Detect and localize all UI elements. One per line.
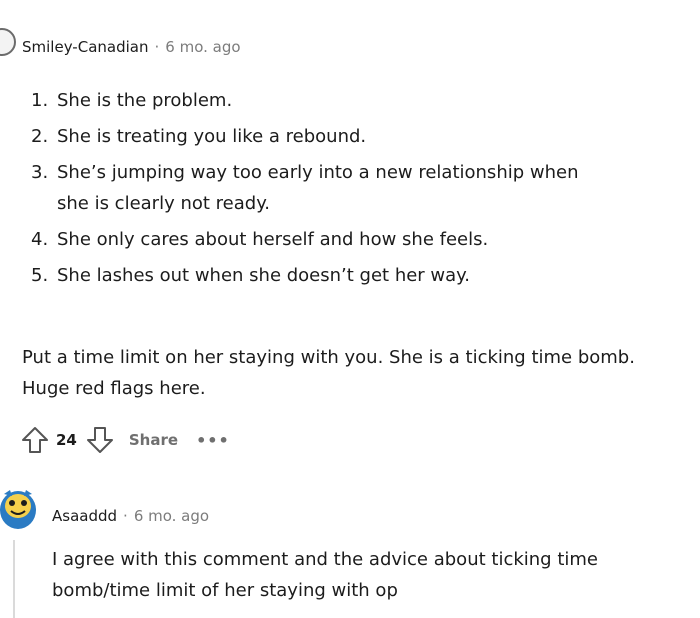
thread-line[interactable] [13,540,15,618]
list-text: She’s jumping way too early into a new r… [57,162,579,214]
list-text: She only cares about herself and how she… [57,229,489,250]
list-number: 1. [31,90,49,111]
list-text: She is treating you like a rebound. [57,126,367,147]
more-options-button[interactable]: ••• [196,431,230,450]
list-item: 4. She only cares about herself and how … [31,224,587,255]
comment-paragraph: Put a time limit on her staying with you… [22,347,635,399]
timestamp[interactable]: 6 mo. ago [134,507,209,525]
timestamp[interactable]: 6 mo. ago [165,38,240,56]
list-number: 5. [31,265,49,286]
list-number: 2. [31,126,49,147]
username[interactable]: Smiley-Canadian [22,38,148,56]
comment-meta: Smiley-Canadian · 6 mo. ago [22,38,241,56]
numbered-list: 1. She is the problem. 2. She is treatin… [31,85,587,296]
list-item: 2. She is treating you like a rebound. [31,121,587,152]
comment-meta: Asaaddd · 6 mo. ago [52,507,209,525]
list-item: 3. She’s jumping way too early into a ne… [31,157,587,219]
share-button[interactable]: Share [129,431,178,449]
comment-text: I agree with this comment and the advice… [52,549,598,601]
meta-separator: · [123,507,128,525]
comment-actions: 24 Share ••• [20,425,230,455]
downvote-arrow-icon[interactable] [85,425,115,455]
meta-separator: · [154,38,160,56]
upvote-arrow-icon[interactable] [20,425,50,455]
list-text: She is the problem. [57,90,233,111]
username[interactable]: Asaaddd [52,507,117,525]
list-number: 3. [31,162,49,183]
list-text: She lashes out when she doesn’t get her … [57,265,470,286]
avatar[interactable] [0,486,38,532]
vote-count: 24 [56,431,77,449]
avatar[interactable] [0,28,16,56]
list-item: 1. She is the problem. [31,85,587,116]
list-item: 5. She lashes out when she doesn’t get h… [31,260,587,291]
list-number: 4. [31,229,49,250]
